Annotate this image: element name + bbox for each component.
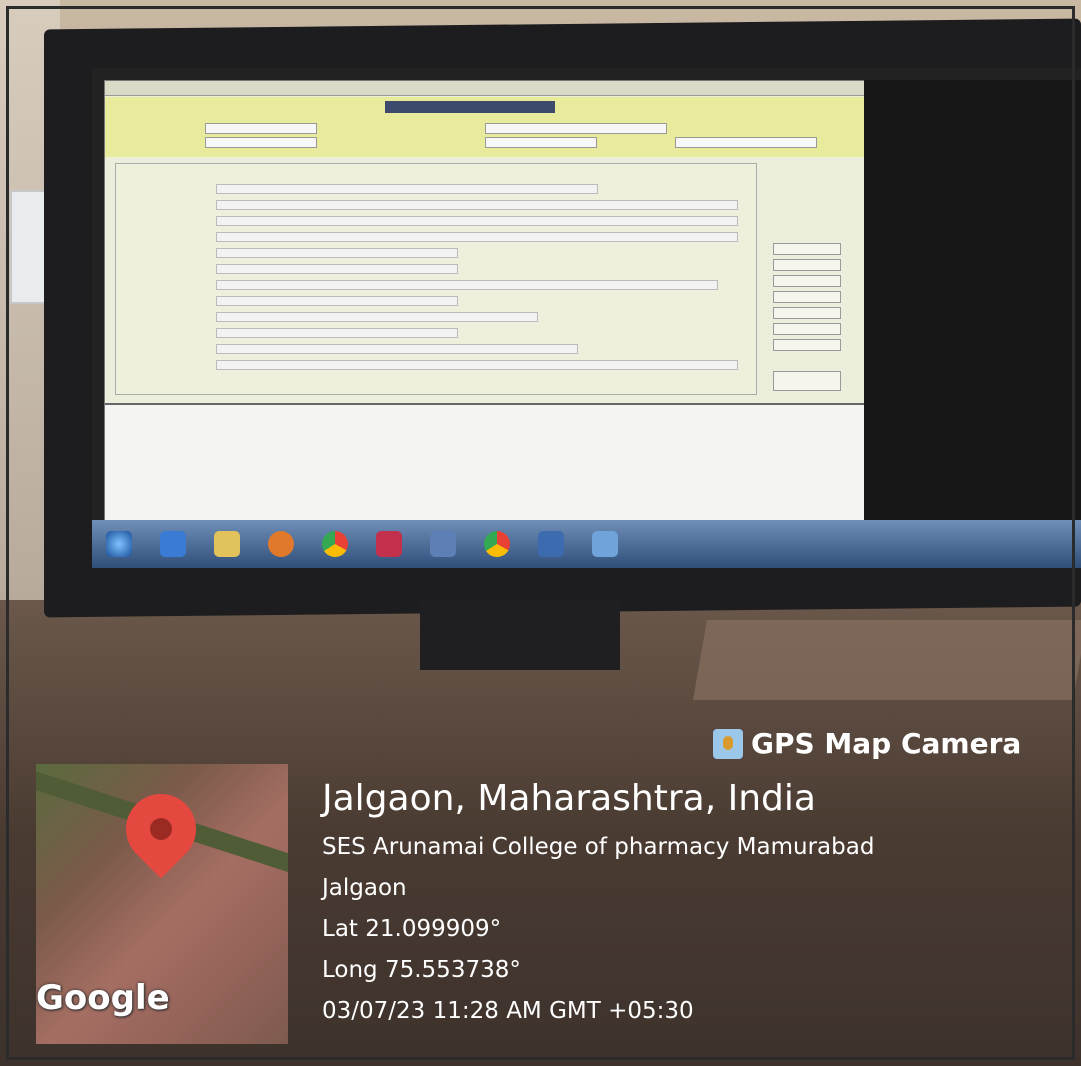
photo-border xyxy=(6,6,1075,1060)
